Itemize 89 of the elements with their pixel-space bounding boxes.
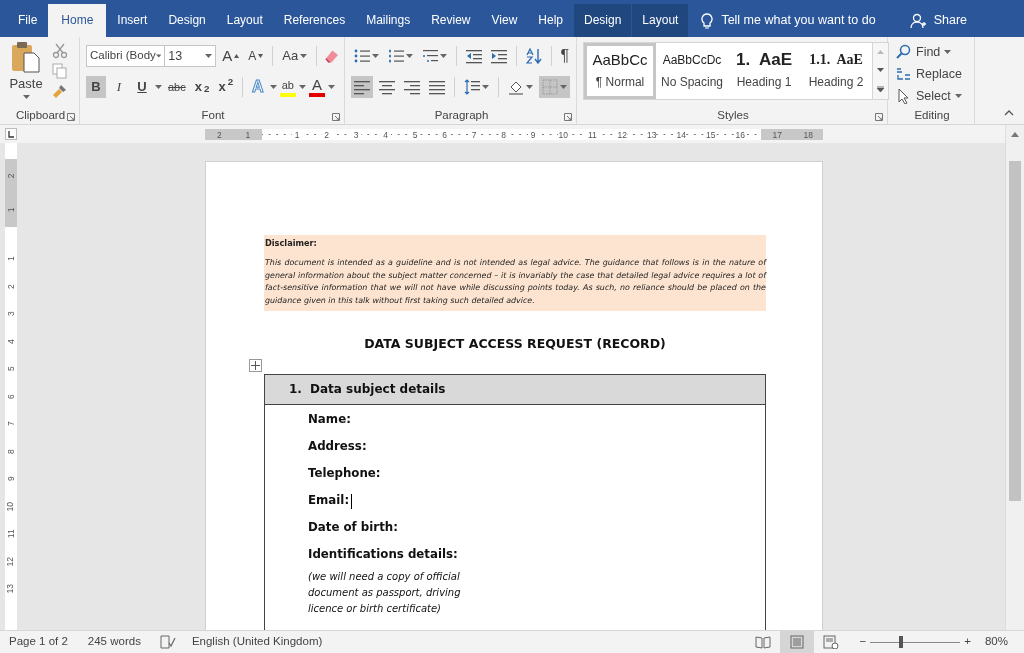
ruler-number: 15 [705,129,715,140]
page-count[interactable]: Page 1 of 2 [9,633,68,651]
share-button[interactable]: Share [897,4,979,37]
ribbon-tab[interactable]: Review [421,4,481,37]
format-button[interactable]: x$_{2}$ [191,76,213,98]
ruler-number: 7 [4,421,17,427]
disclaimer-heading: Disclaimer: [265,237,318,250]
ruler-number: 5 [4,366,17,372]
ruler-number: 8 [498,129,509,140]
group-label: Styles [717,107,749,123]
language-indicator[interactable]: English (United Kingdom) [191,633,323,651]
show-marks-button[interactable]: ¶ [557,45,572,67]
ruler-number: 5 [410,129,420,140]
ruler-number: 9 [528,129,538,140]
ruler-number: 9 [4,476,17,482]
ruler-number: 6 [439,129,450,140]
ruler-number: 3 [4,311,17,317]
zoom-in-button[interactable]: + [964,633,971,651]
ruler-number: 4 [380,129,391,140]
format-button[interactable]: I [109,76,129,98]
document-title: DATA SUBJECT ACCESS REQUEST (RECORD) [363,334,667,353]
font-color-button[interactable]: A [308,77,325,97]
change-case-button[interactable]: Aa [279,45,311,67]
ruler-number: 1 [292,129,302,140]
group-label: Editing [914,107,950,123]
zoom-out-button[interactable]: − [859,633,867,651]
group-label: Font [201,107,225,123]
font-size-field[interactable]: 13 [164,45,217,67]
ruler-number: 10 [4,501,17,511]
format-button[interactable]: B [86,76,106,98]
field-label: Telephone: [308,465,381,483]
field-label: Address: [308,438,367,456]
ruler-number: 13 [646,129,656,140]
shrink-font-button[interactable]: A [245,45,267,67]
ribbon-tab[interactable]: Design [574,4,632,37]
group-label: Clipboard [15,107,66,123]
ruler-number: 16 [734,129,745,140]
ribbon-tab[interactable]: Home [48,4,107,37]
word-count[interactable]: 245 words [87,633,141,651]
paste-button[interactable]: Paste [6,41,46,107]
ruler-number: 6 [4,393,17,399]
ruler-number: 12 [4,556,17,566]
replace-button[interactable]: Replace [894,63,970,85]
field-label: Name: [308,411,351,429]
tell-me-button[interactable]: Tell me what you want to do [689,4,888,37]
ruler-number: 2 [214,129,225,140]
ruler-number: 2 [4,283,17,289]
format-button[interactable]: x$^{2}$ [215,76,237,98]
section-title: Data subject details [309,381,446,399]
ruler-number: 7 [469,129,479,140]
ruler-number: 1 [4,256,17,262]
font-name-field[interactable]: Calibri (Body [86,45,166,67]
ruler-number: 17 [771,129,782,140]
ribbon-tab[interactable]: View [481,4,528,37]
ribbon-tab[interactable]: File [8,4,48,37]
field-label: Date of birth: [308,519,398,537]
ruler-number: 3 [351,129,361,140]
style-item[interactable]: AaBbCc ¶ Normal [584,43,656,99]
ribbon-tab[interactable]: Mailings [356,4,421,37]
highlight-button[interactable]: ab [279,77,296,97]
field-label: Identifications details: [308,546,458,564]
find-button[interactable]: Find [894,41,970,63]
format-button[interactable]: U [132,76,152,98]
ruler-number: 18 [802,129,813,140]
grow-font-button[interactable]: A [219,45,243,67]
ruler-number: 2 [4,173,17,179]
select-button[interactable]: Select [894,85,970,107]
ribbon-tab[interactable]: Help [528,4,573,37]
ruler-number: 13 [4,584,17,594]
section-number: 1. [289,381,302,399]
ruler-number: 8 [4,448,17,454]
ruler-number: 11 [587,129,597,140]
ribbon-tab[interactable]: Layout [216,4,273,37]
ribbon-tab[interactable]: Layout [632,4,689,37]
ruler-number: 4 [4,338,17,344]
ruler-number: 2 [321,129,332,140]
format-button[interactable]: abc [165,76,189,98]
zoom-level[interactable]: 80% [984,633,1008,651]
ruler-number: 1 [4,207,17,213]
field-label: Email: [308,492,350,510]
ruler-number: 12 [616,129,627,140]
ribbon-tab[interactable]: Design [158,4,216,37]
ruler-number: 11 [4,529,17,539]
group-label: Paragraph [434,107,489,123]
ruler-number: 10 [557,129,568,140]
ruler-number: 14 [675,129,686,140]
ribbon-tab[interactable]: Insert [107,4,158,37]
ribbon-tab[interactable]: References [273,4,356,37]
field-note: (we will need a copy of official document as passport, driving licence or birth certificate) [308,569,462,616]
